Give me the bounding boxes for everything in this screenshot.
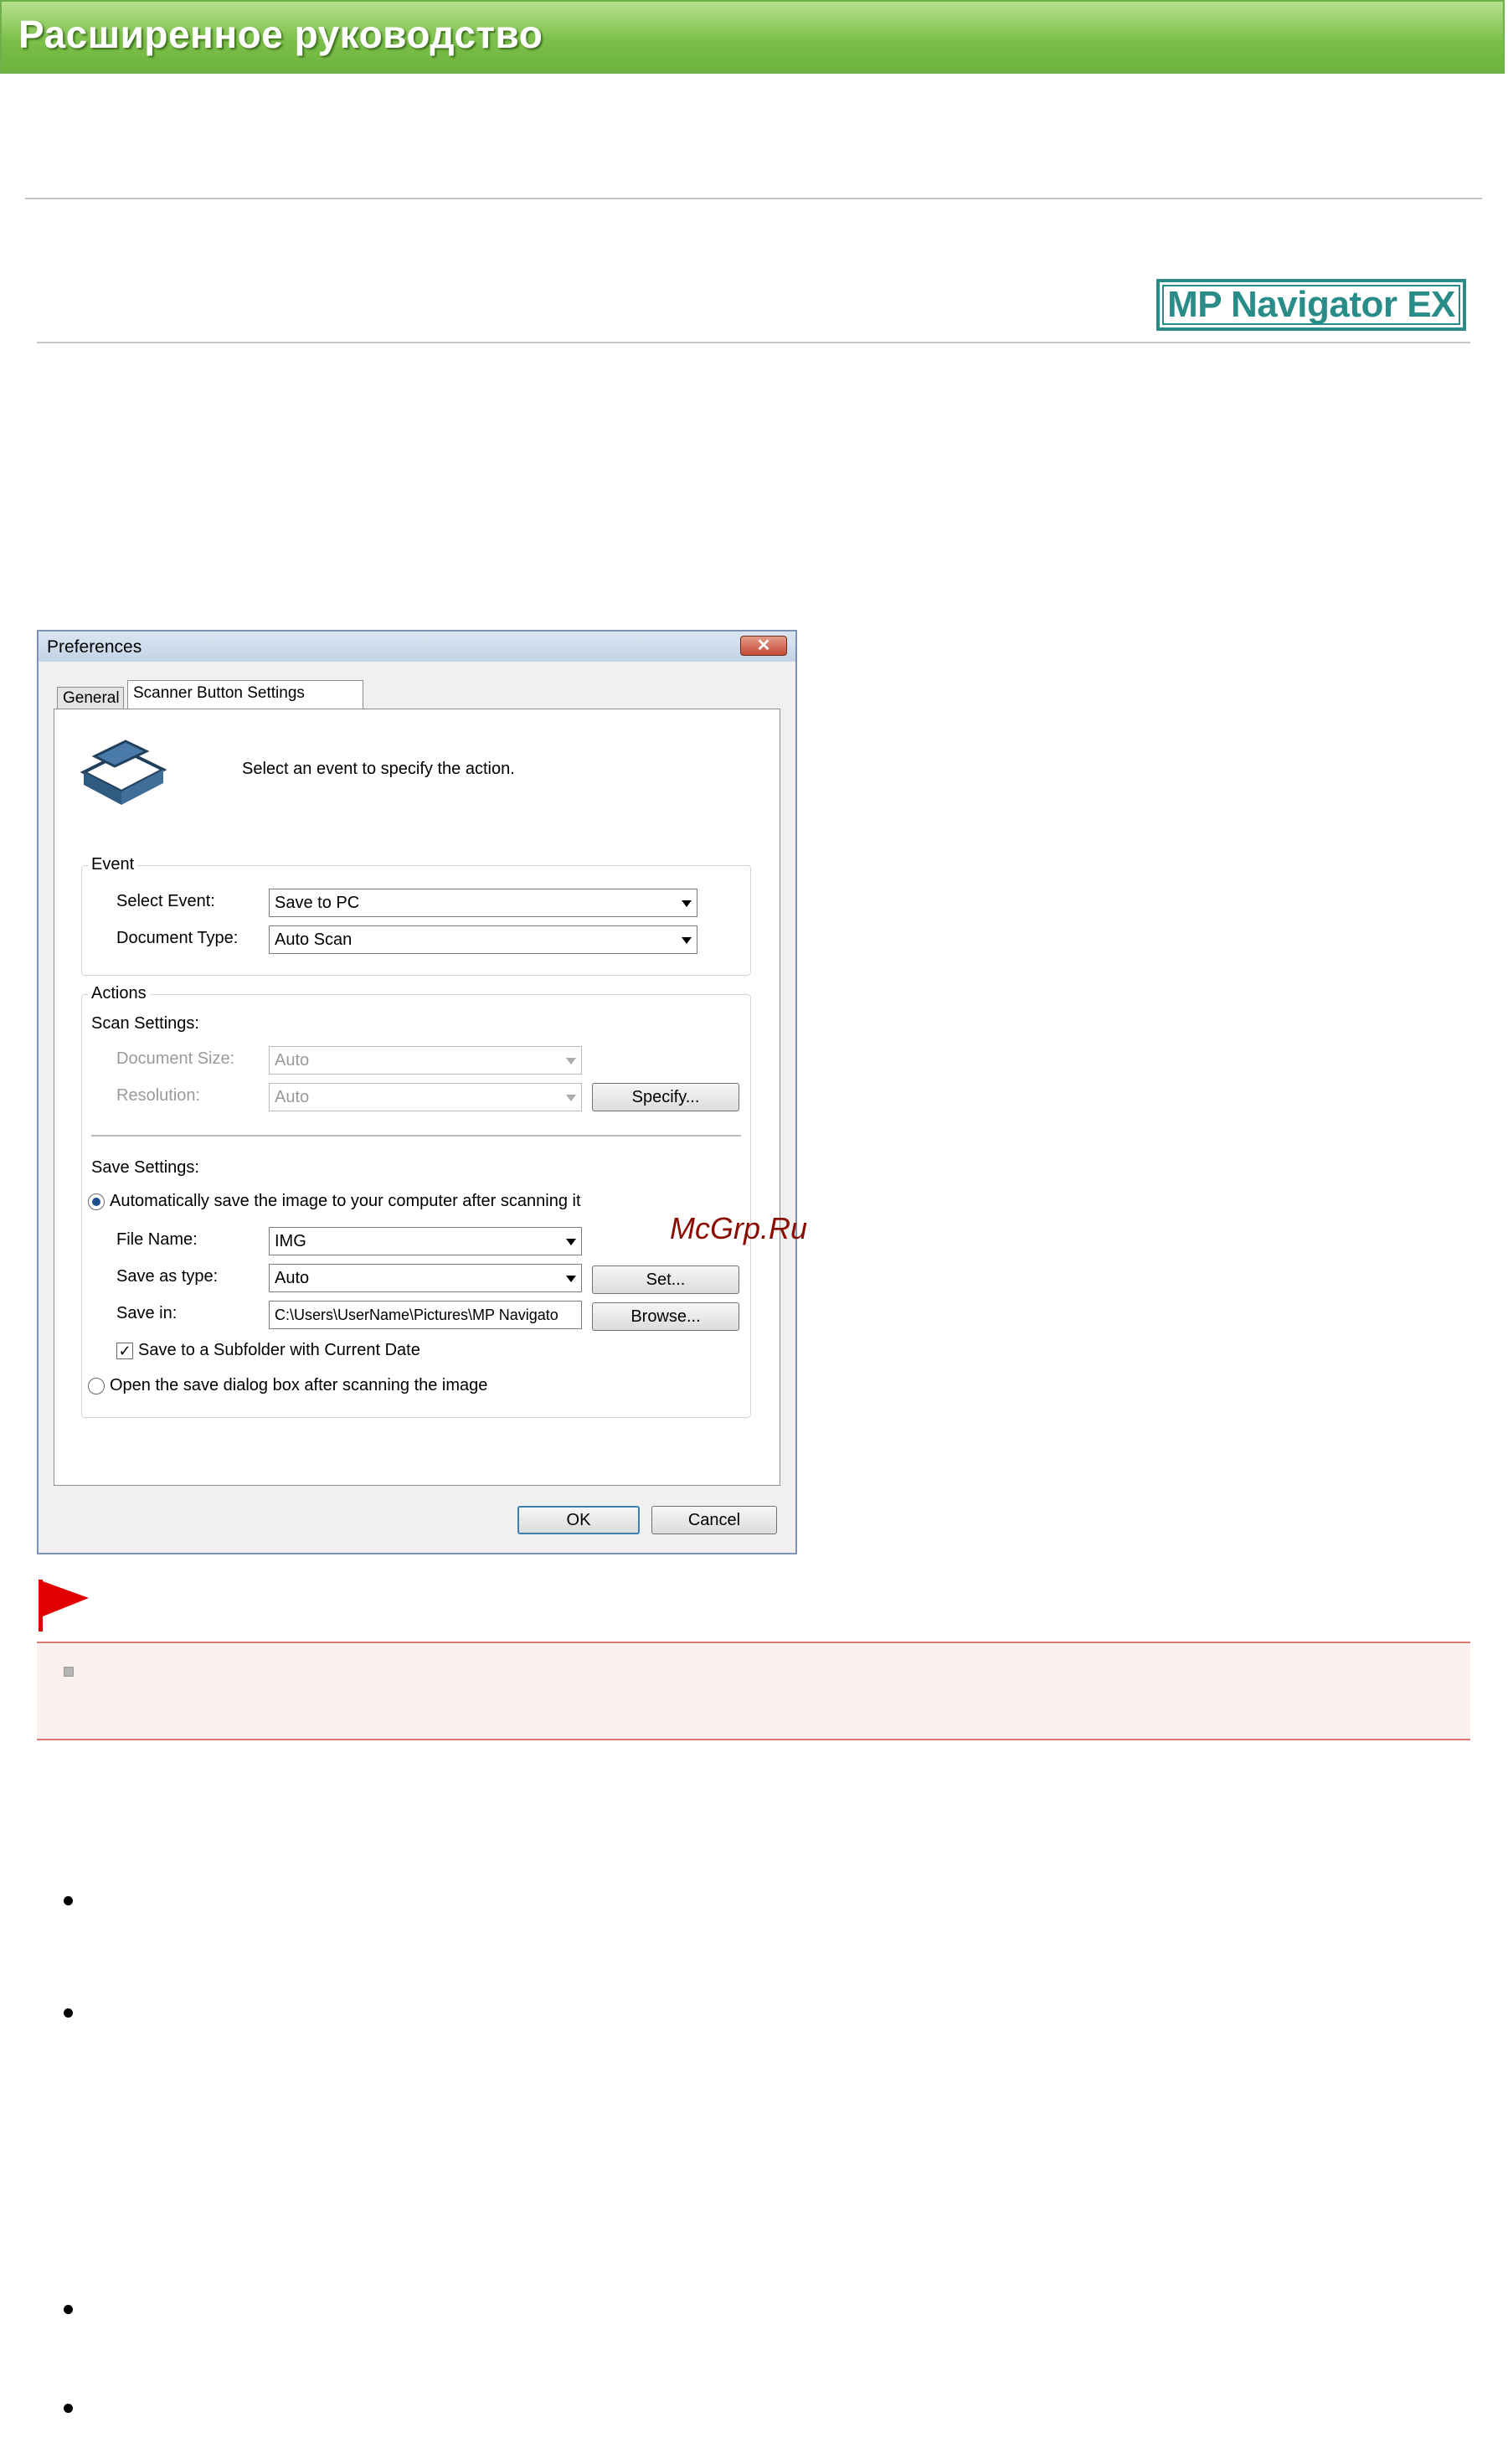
auto-save-label[interactable]: Automatically save the image to your com…: [110, 1192, 581, 1211]
tab-scanner-button-settings[interactable]: Scanner Button Settings: [127, 680, 363, 710]
bullet-icon: [64, 2404, 73, 2413]
important-box: [37, 1642, 1470, 1740]
save-in-label: Save in:: [116, 1304, 178, 1322]
scan-settings-label: Scan Settings:: [91, 1014, 199, 1033]
mp-navigator-logo: MP Navigator EX: [1156, 279, 1466, 331]
dialog-title: Preferences: [47, 637, 142, 657]
actions-group-label: Actions: [88, 984, 150, 1003]
resolution-dropdown: Auto: [269, 1083, 582, 1111]
specify-button[interactable]: Specify...: [592, 1083, 739, 1111]
note-bullet-icon: [64, 1667, 74, 1677]
document-size-dropdown: Auto: [269, 1046, 582, 1075]
save-as-type-dropdown[interactable]: Auto: [269, 1264, 582, 1292]
bullet-icon: [64, 1896, 73, 1905]
set-button[interactable]: Set...: [592, 1266, 739, 1294]
chevron-down-icon: [682, 937, 692, 944]
ok-button[interactable]: OK: [517, 1506, 640, 1534]
save-as-type-label: Save as type:: [116, 1267, 219, 1286]
event-group-label: Event: [88, 855, 138, 874]
save-in-field[interactable]: C:\Users\UserName\Pictures\MP Navigato: [269, 1301, 582, 1329]
file-name-label: File Name:: [116, 1230, 198, 1249]
subfolder-checkbox[interactable]: ✓: [116, 1343, 133, 1359]
browse-button[interactable]: Browse...: [592, 1302, 739, 1331]
chevron-down-icon: [566, 1239, 576, 1245]
select-event-dropdown[interactable]: Save to PC: [269, 889, 697, 917]
tab-panel: Select an event to specify the action. E…: [54, 709, 780, 1486]
separator: [91, 1135, 741, 1137]
scanner-icon: [80, 740, 167, 805]
bullet-icon: [64, 2305, 73, 2314]
file-name-combo[interactable]: IMG: [269, 1227, 582, 1255]
close-button[interactable]: ✕: [740, 636, 787, 656]
bullet-icon: [64, 2008, 73, 2018]
resolution-label: Resolution:: [116, 1086, 201, 1105]
preferences-dialog: Preferences ✕ General Scanner Button Set…: [37, 630, 797, 1554]
chevron-down-icon: [566, 1276, 576, 1282]
cancel-button[interactable]: Cancel: [651, 1506, 777, 1534]
document-type-dropdown[interactable]: Auto Scan: [269, 925, 697, 954]
page-title: Расширенное руководство: [18, 13, 543, 56]
select-event-label: Select Event:: [116, 892, 215, 910]
open-dialog-label[interactable]: Open the save dialog box after scanning …: [110, 1376, 487, 1395]
chevron-down-icon: [566, 1095, 576, 1101]
subfolder-label[interactable]: Save to a Subfolder with Current Date: [138, 1341, 420, 1360]
chevron-down-icon: [566, 1058, 576, 1064]
auto-save-radio[interactable]: [88, 1193, 105, 1210]
chevron-down-icon: [682, 900, 692, 907]
open-dialog-radio[interactable]: [88, 1378, 105, 1394]
divider: [25, 198, 1482, 199]
document-size-label: Document Size:: [116, 1049, 235, 1068]
event-group: [81, 865, 751, 976]
watermark: McGrp.Ru: [670, 1211, 808, 1245]
intro-text: Select an event to specify the action.: [242, 760, 515, 778]
save-settings-label: Save Settings:: [91, 1158, 199, 1177]
divider: [37, 342, 1470, 343]
dialog-titlebar[interactable]: Preferences ✕: [39, 631, 795, 662]
document-type-label: Document Type:: [116, 929, 239, 947]
tab-general[interactable]: General: [57, 687, 124, 709]
flag-icon: [39, 1580, 89, 1631]
